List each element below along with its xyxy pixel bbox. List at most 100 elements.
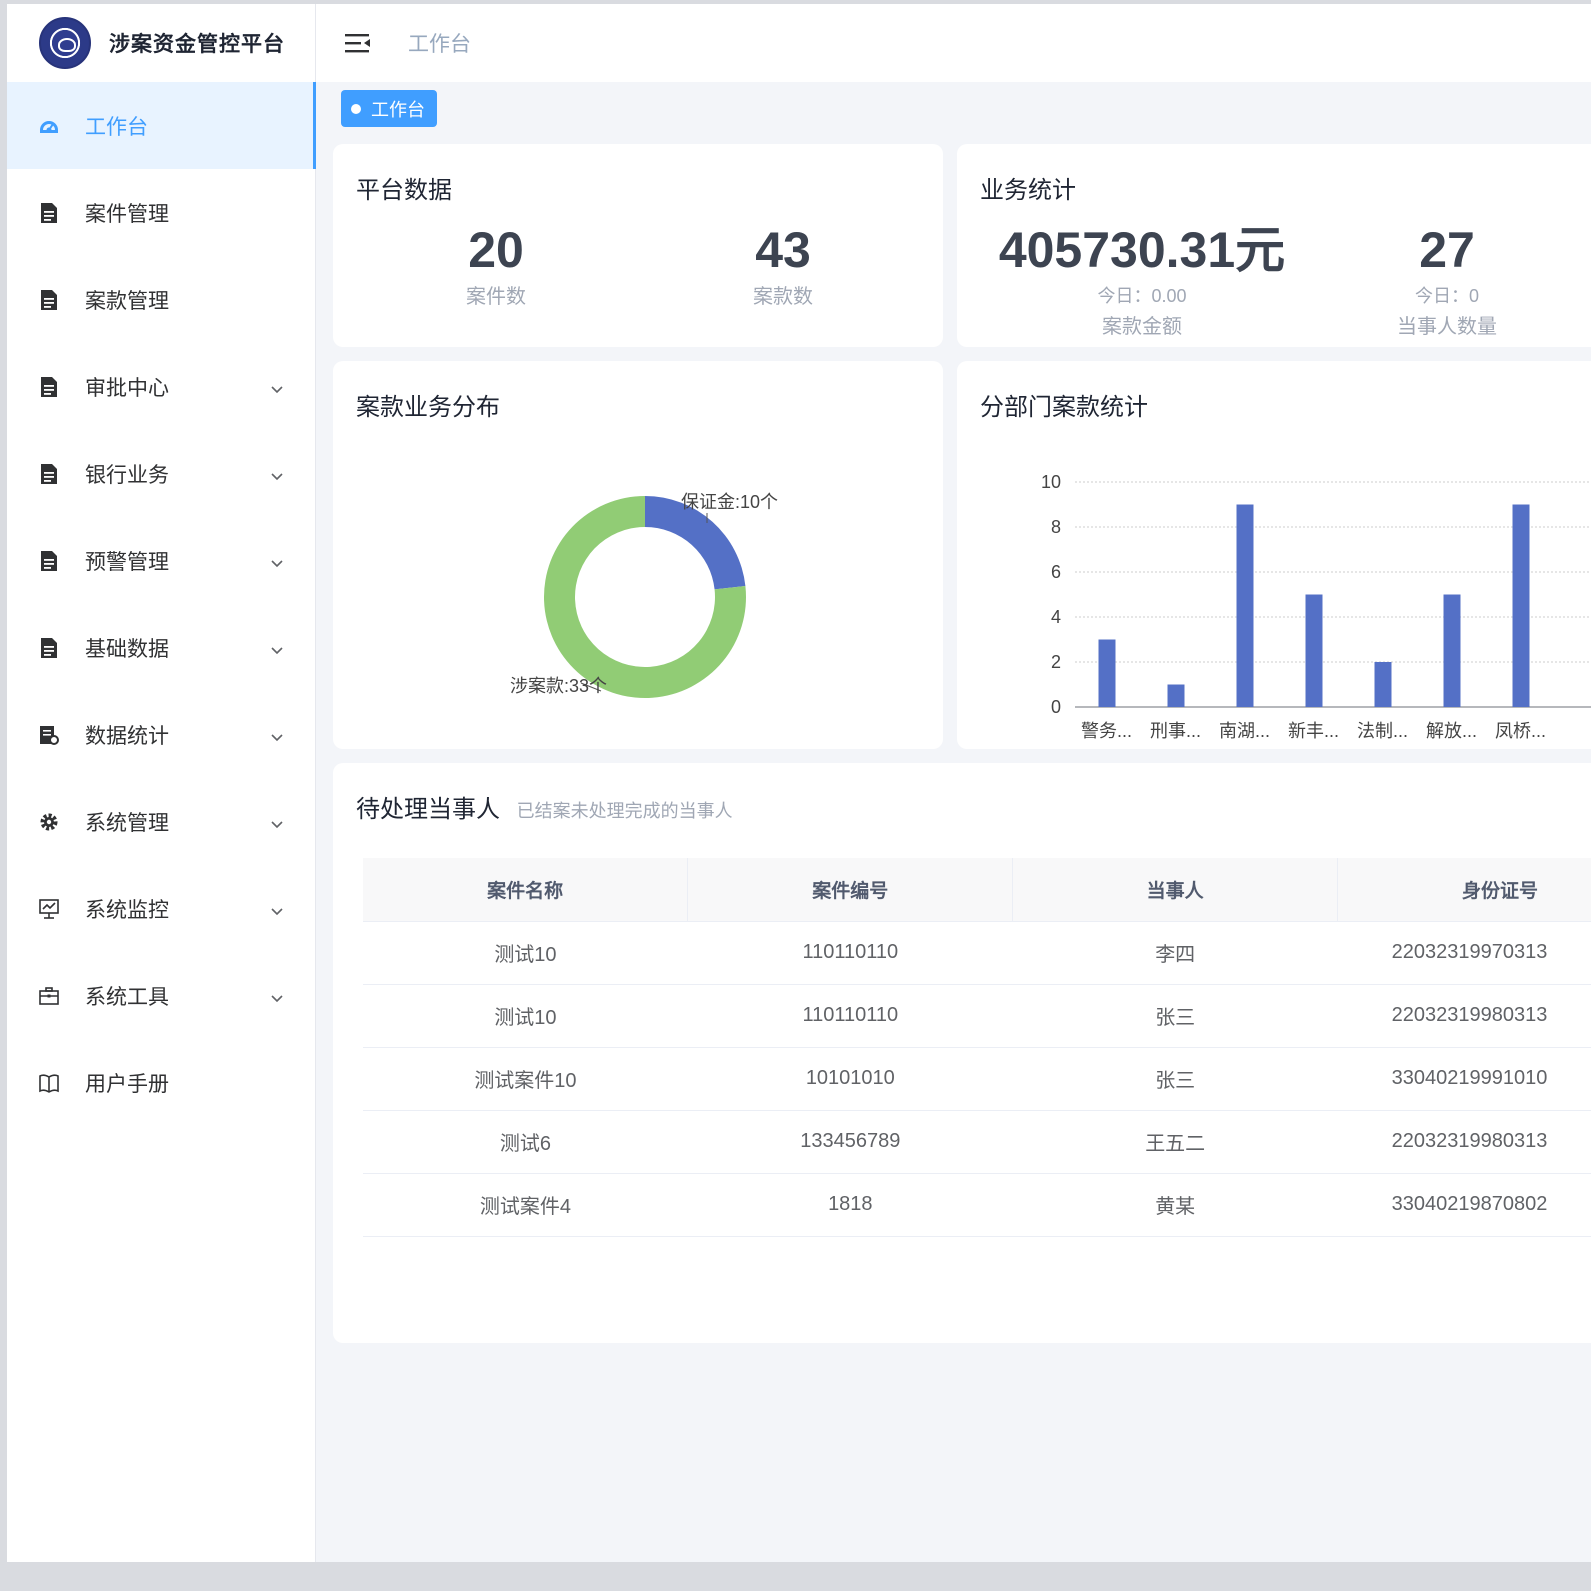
chevron-down-icon	[269, 814, 285, 830]
x-tick-label: 凤桥...	[1495, 721, 1546, 741]
breadcrumb[interactable]: 工作台	[408, 28, 471, 58]
table-cell: 测试案件10	[363, 1047, 688, 1111]
active-dot-icon	[351, 103, 361, 114]
column-header[interactable]: 案件编号	[687, 858, 1014, 922]
bar-0[interactable]	[1098, 639, 1116, 708]
stat-value: 27	[1419, 222, 1475, 278]
sidebar-item-label: 预警管理	[85, 550, 169, 574]
sidebar-item-6[interactable]: 基础数据	[7, 604, 315, 691]
table-cell: 测试10	[363, 984, 688, 1048]
bar-5[interactable]	[1443, 594, 1461, 708]
table-cell: 王五二	[1012, 1110, 1338, 1174]
sidebar-item-label: 系统管理	[85, 811, 169, 835]
document-icon	[37, 201, 61, 225]
police-emblem-logo	[39, 17, 91, 69]
table-cell: 22032319980313	[1337, 984, 1591, 1048]
table-cell: 测试6	[363, 1110, 688, 1174]
business-stats-card: 业务统计 405730.31元 今日：0.00 案款金额 27 今日：0 当事人…	[957, 144, 1591, 347]
sidebar-item-7[interactable]: 数据统计	[7, 691, 315, 778]
stat-today: 今日：0	[1414, 286, 1479, 306]
chevron-down-icon	[269, 988, 285, 1004]
stat-label: 案款数	[753, 286, 813, 308]
sidebar-item-1[interactable]: 案件管理	[7, 169, 315, 256]
bar-4[interactable]	[1374, 662, 1392, 707]
column-header[interactable]: 当事人	[1012, 858, 1339, 922]
stat-label: 案件数	[466, 286, 526, 308]
stat-value: 20	[468, 222, 524, 278]
sidebar-item-3[interactable]: 审批中心	[7, 343, 315, 430]
stat-today: 今日：0.00	[1097, 286, 1187, 306]
platform-data-card: 平台数据 20 案件数 43 案款数	[333, 144, 943, 347]
table-cell: 测试案件4	[363, 1173, 688, 1237]
sidebar-item-0[interactable]: 工作台	[7, 82, 316, 169]
sidebar-item-5[interactable]: 预警管理	[7, 517, 315, 604]
sidebar-item-8[interactable]: 系统管理	[7, 778, 315, 865]
column-header[interactable]: 身份证号	[1337, 858, 1591, 922]
book-icon	[37, 1071, 61, 1095]
bar-6[interactable]	[1512, 504, 1530, 708]
sidebar-item-label: 数据统计	[85, 724, 169, 748]
table-cell: 22032319980313	[1337, 1110, 1591, 1174]
pending-table: 案件名称 案件编号 当事人 身份证号 测试10 110110110 李四 220323199…	[363, 858, 1591, 1237]
tags-view: 工作台	[316, 82, 1591, 140]
pending-parties-card: 待处理当事人 已结案未处理完成的当事人 案件名称 案件编号 当事人 身份证号 测试10…	[333, 763, 1591, 1343]
column-header[interactable]: 案件名称	[363, 858, 689, 922]
sidebar-item-4[interactable]: 银行业务	[7, 430, 315, 517]
chevron-down-icon	[269, 466, 285, 482]
sidebar-item-label: 用户手册	[85, 1072, 169, 1096]
table-cell: 测试10	[363, 921, 688, 985]
bar-1[interactable]	[1167, 684, 1185, 708]
sidebar-item-10[interactable]: 系统工具	[7, 952, 315, 1039]
table-cell: 张三	[1012, 1047, 1338, 1111]
document-icon	[37, 462, 61, 486]
monitor-icon	[37, 897, 61, 921]
table-cell: 33040219991010	[1337, 1047, 1591, 1111]
y-tick-label: 10	[1041, 472, 1061, 492]
distribution-donut-chart[interactable]: 保证金:10个涉案款:33个	[333, 361, 943, 749]
table-row[interactable]: 测试案件10 10101010 张三 33040219991010	[363, 1047, 1591, 1111]
dashboard-icon	[37, 114, 61, 138]
sidebar-item-2[interactable]: 案款管理	[7, 256, 315, 343]
stat-label: 当事人数量	[1397, 316, 1497, 338]
x-tick-label: 南湖...	[1219, 721, 1270, 741]
bar-2[interactable]	[1236, 504, 1254, 708]
menu-fold-icon[interactable]	[344, 31, 372, 55]
table-row[interactable]: 测试10 110110110 张三 22032319980313	[363, 984, 1591, 1048]
document-icon	[37, 549, 61, 573]
chevron-down-icon	[269, 727, 285, 743]
table-cell: 22032319970313	[1337, 921, 1591, 985]
table-row[interactable]: 测试6 133456789 王五二 22032319980313	[363, 1110, 1591, 1174]
top-navbar: 工作台	[316, 4, 1591, 82]
y-tick-label: 2	[1051, 652, 1061, 672]
sidebar-item-9[interactable]: 系统监控	[7, 865, 315, 952]
table-cell: 110110110	[687, 921, 1013, 985]
table-cell: 黄某	[1012, 1173, 1338, 1237]
bar-3[interactable]	[1305, 594, 1323, 708]
sidebar-item-11[interactable]: 用户手册	[7, 1039, 315, 1126]
chevron-down-icon	[269, 553, 285, 569]
table-cell: 10101010	[687, 1047, 1013, 1111]
table-cell: 李四	[1012, 921, 1338, 985]
case-count-stat: 20 案件数	[441, 222, 551, 309]
sidebar-item-label: 工作台	[85, 115, 148, 139]
logo-row[interactable]: 涉案资金管控平台	[7, 4, 315, 82]
card-title: 待处理当事人 已结案未处理完成的当事人	[356, 789, 733, 824]
table-cell: 33040219870802	[1337, 1173, 1591, 1237]
gear-icon	[37, 810, 61, 834]
sidebar-item-label: 案件管理	[85, 202, 169, 226]
table-row[interactable]: 测试案件4 1818 黄某 33040219870802	[363, 1173, 1591, 1237]
table-row[interactable]: 测试10 110110110 李四 22032319970313	[363, 921, 1591, 985]
toolbox-icon	[37, 984, 61, 1008]
tag-dashboard[interactable]: 工作台	[341, 90, 437, 127]
sidebar-item-label: 银行业务	[85, 463, 169, 487]
card-title: 业务统计	[980, 177, 1076, 204]
table-cell: 张三	[1012, 984, 1338, 1048]
document-icon	[37, 375, 61, 399]
sidebar-item-label: 案款管理	[85, 289, 169, 313]
department-card: 分部门案款统计 0 2 4 6 8 10 警务... 刑事... 南湖... 新丰... 法制...…	[957, 361, 1591, 749]
y-tick-label: 8	[1051, 517, 1061, 537]
table-header-row: 案件名称 案件编号 当事人 身份证号	[363, 858, 1591, 922]
x-tick-label: 刑事...	[1150, 721, 1201, 741]
department-bar-chart[interactable]: 0 2 4 6 8 10 警务... 刑事... 南湖... 新丰... 法制... 解放... 凤桥.…	[957, 361, 1591, 749]
sidebar-item-label: 审批中心	[85, 376, 169, 400]
